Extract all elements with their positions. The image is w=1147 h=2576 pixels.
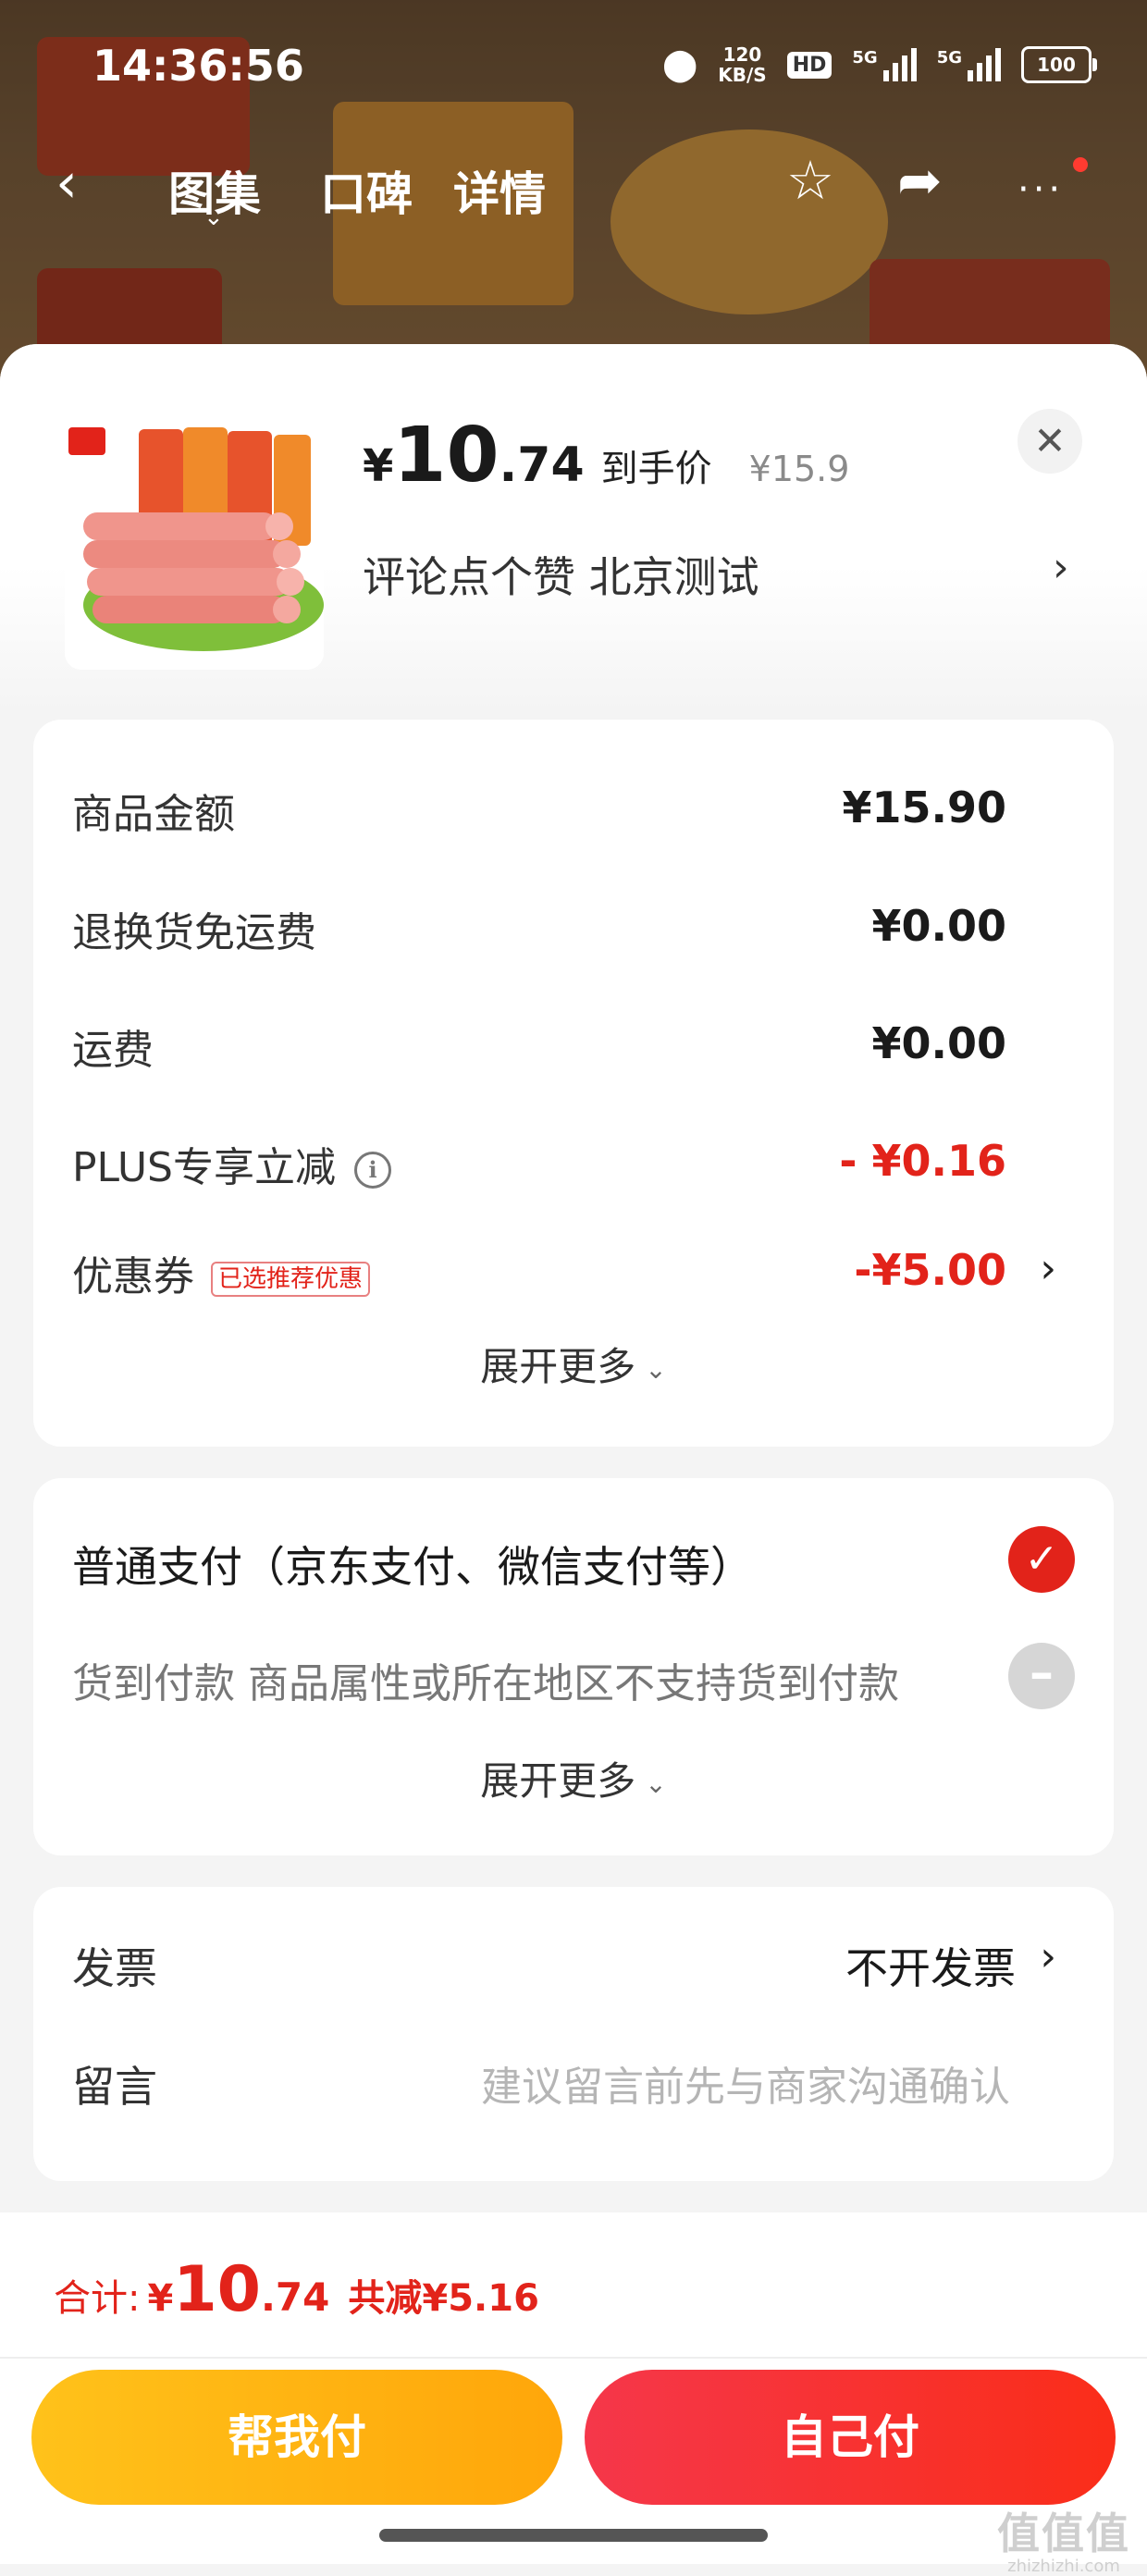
plus-discount-label: PLUS专享立减 [72, 1144, 336, 1191]
watermark-sub: zhizhizhi.com [1007, 2557, 1120, 2576]
sausage-image [65, 411, 324, 670]
total-amount: 合计: ¥ 10 .74 共减¥5.16 [54, 2259, 539, 2322]
status-bar: 14:36:56 ⬤ 120 KB/S HD 5G 5G 100 [0, 37, 1147, 102]
expand-more-fees[interactable]: 展开更多 ⌄ [33, 1336, 1114, 1392]
expand-more-payment[interactable]: 展开更多 ⌄ [33, 1750, 1114, 1806]
invoice-label: 发票 [72, 1943, 157, 1993]
shipping-row: 运费 ¥0.00 [72, 1007, 1075, 1081]
invoice-value: 不开发票 [845, 1943, 1016, 1993]
return-shipping-row: 退换货免运费 ¥0.00 [72, 890, 1075, 964]
payment-cod-label: 货到付款 商品属性或所在地区不支持货到付款 [72, 1660, 899, 1707]
coupon-row[interactable]: 优惠券 已选推荐优惠 -¥5.00 › [72, 1234, 1075, 1308]
battery-icon: 100 [1021, 46, 1097, 83]
signal-label: 5G [936, 48, 962, 68]
message-row[interactable]: 留言 建议留言前先与商家沟通确认 [72, 2040, 1075, 2124]
invoice-row[interactable]: 发票 不开发票 › [72, 1922, 1075, 2005]
watermark-main: 值值值 [997, 2508, 1130, 2558]
back-icon[interactable]: ‹ [56, 155, 78, 211]
plus-discount-label-wrap: PLUS专享立减 i [72, 1134, 391, 1193]
total-symbol: ¥ [147, 2277, 174, 2320]
total-label: 合计: [54, 2277, 141, 2320]
expand-more-label: 展开更多 [480, 1344, 636, 1389]
signal-label: 5G [852, 48, 878, 68]
fee-card: 商品金额 ¥15.90 退换货免运费 ¥0.00 运费 ¥0.00 PLUS专享… [33, 720, 1114, 1447]
payment-card: 普通支付（京东支付、微信支付等） ✓ 货到付款 商品属性或所在地区不支持货到付款… [33, 1478, 1114, 1855]
price-integer: 10 [393, 412, 500, 499]
price-decimal: .74 [499, 438, 585, 493]
shipping-value: ¥0.00 [871, 1018, 1006, 1068]
coupon-label-wrap: 优惠券 已选推荐优惠 [72, 1243, 371, 1302]
help-pay-button[interactable]: 帮我付 [31, 2370, 562, 2505]
plus-discount-value: - ¥0.16 [839, 1136, 1006, 1186]
shipping-label: 运费 [72, 1027, 154, 1074]
price-symbol: ¥ [363, 440, 394, 492]
chevron-right-icon[interactable]: › [1040, 1245, 1056, 1292]
expand-more-label: 展开更多 [480, 1758, 636, 1804]
return-shipping-label: 退换货免运费 [72, 909, 316, 956]
payment-normal-label: 普通支付（京东支付、微信支付等） [72, 1542, 753, 1592]
chevron-right-icon[interactable]: › [1053, 544, 1069, 591]
plus-discount-row: PLUS专享立减 i - ¥0.16 [72, 1125, 1075, 1199]
checkmark-icon[interactable]: ✓ [1008, 1526, 1075, 1593]
product-spec[interactable]: 评论点个赞 北京测试 [363, 544, 759, 605]
network-speed-value: 120 [722, 43, 762, 66]
location-icon: ⬤ [662, 46, 698, 83]
tab-details[interactable]: 详情 [453, 157, 546, 224]
info-icon[interactable]: i [354, 1152, 391, 1189]
tab-indicator: ⌄ [204, 203, 224, 231]
product-price: ¥ 10 .74 到手价 ¥15.9 [363, 418, 849, 494]
total-decimal: .74 [260, 2274, 330, 2320]
star-icon[interactable]: ☆ [786, 153, 834, 208]
product-nav-bar: ‹ 图集 ⌄ 口碑 详情 ☆ ➦ ··· [0, 139, 1147, 231]
checkout-footer: 合计: ¥ 10 .74 共减¥5.16 帮我付 自己付 值值值 zhizhiz… [0, 2212, 1147, 2576]
network-speed-unit: KB/S [718, 64, 767, 86]
goods-amount-row: 商品金额 ¥15.90 [72, 771, 1075, 845]
disabled-icon: – [1008, 1643, 1075, 1709]
original-price: ¥15.9 [748, 449, 850, 489]
total-integer: 10 [173, 2253, 261, 2326]
close-icon[interactable]: ✕ [1018, 409, 1082, 474]
chevron-down-icon: ⌄ [645, 1769, 667, 1799]
total-saved: 共减¥5.16 [348, 2277, 539, 2320]
payment-option-normal[interactable]: 普通支付（京东支付、微信支付等） ✓ [72, 1521, 1075, 1604]
invoice-card: 发票 不开发票 › 留言 建议留言前先与商家沟通确认 [33, 1887, 1114, 2181]
chevron-down-icon: ⌄ [645, 1354, 667, 1385]
share-icon[interactable]: ➦ [897, 153, 943, 208]
return-shipping-value: ¥0.00 [871, 901, 1006, 951]
divider [0, 2357, 1147, 2359]
goods-amount-value: ¥15.90 [842, 783, 1006, 832]
signal-icon: 5G [937, 48, 1001, 81]
coupon-value: -¥5.00 [854, 1245, 1006, 1295]
product-page-background: 14:36:56 ⬤ 120 KB/S HD 5G 5G 100 ‹ 图集 ⌄ … [0, 0, 1147, 388]
message-input[interactable]: 建议留言前先与商家沟通确认 [481, 2053, 1010, 2113]
notification-dot [1073, 157, 1088, 172]
price-tag: 到手价 [600, 448, 712, 490]
tab-reviews[interactable]: 口碑 [320, 157, 413, 224]
product-thumbnail [65, 411, 324, 670]
watermark: 值值值 zhizhizhi.com [997, 2510, 1130, 2576]
goods-amount-label: 商品金额 [72, 791, 235, 838]
hd-icon: HD [786, 51, 832, 79]
payment-option-cod: 货到付款 商品属性或所在地区不支持货到付款 – [72, 1637, 1075, 1720]
message-label: 留言 [72, 2062, 157, 2112]
self-pay-button[interactable]: 自己付 [585, 2370, 1116, 2505]
status-icons: ⬤ 120 KB/S HD 5G 5G 100 [662, 44, 1097, 85]
status-time: 14:36:56 [92, 41, 304, 91]
home-indicator[interactable] [379, 2529, 768, 2542]
coupon-badge: 已选推荐优惠 [211, 1262, 371, 1297]
network-speed: 120 KB/S [718, 44, 766, 85]
chevron-right-icon[interactable]: › [1040, 1933, 1056, 1980]
signal-icon: 5G [852, 48, 917, 81]
coupon-label: 优惠券 [72, 1253, 194, 1300]
more-icon[interactable]: ··· [1018, 162, 1064, 217]
